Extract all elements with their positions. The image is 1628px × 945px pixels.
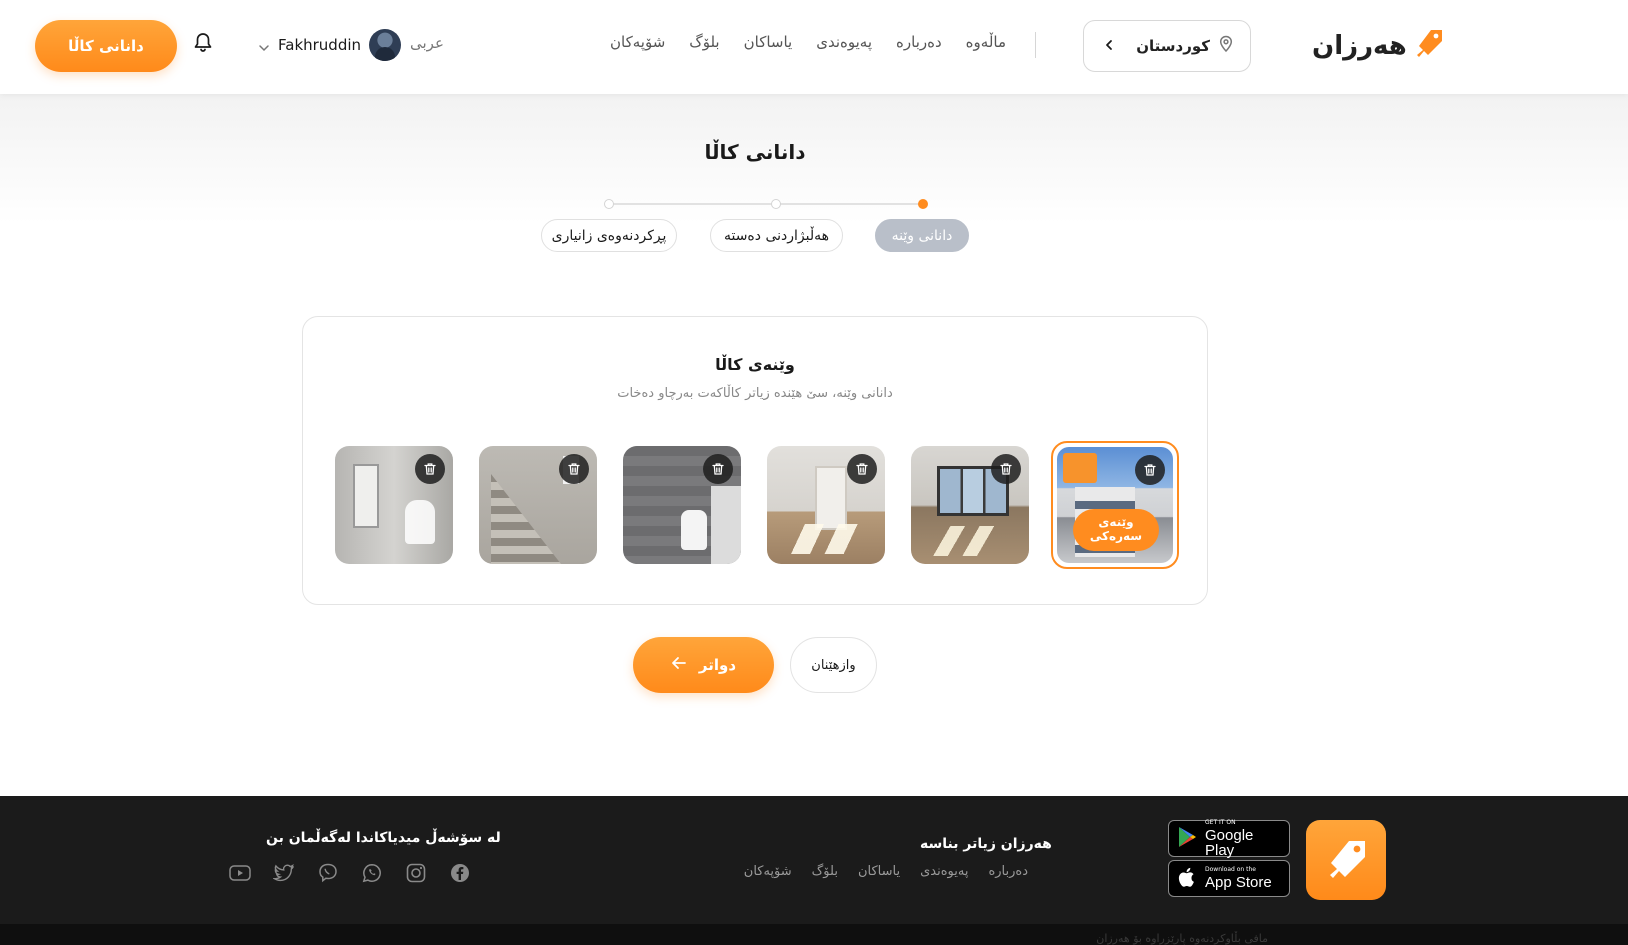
trash-icon[interactable] <box>415 454 445 484</box>
trash-icon[interactable] <box>703 454 733 484</box>
avatar <box>369 29 402 61</box>
footer-links: دەربارە پەیوەندی یاساکان بلۆگ شۆپەکان <box>738 864 1028 879</box>
chevron-down-icon <box>258 39 270 52</box>
region-selector[interactable]: کوردستان <box>1083 20 1251 72</box>
image-thumb-cover[interactable]: وێنەی سەرەکی <box>1051 441 1179 569</box>
step-dot-2 <box>771 199 781 209</box>
google-play-icon <box>1177 826 1197 852</box>
trash-icon[interactable] <box>1135 455 1165 485</box>
nav-terms[interactable]: یاساکان <box>744 33 793 51</box>
bell-icon[interactable] <box>193 32 213 54</box>
cover-image-badge: وێنەی سەرەکی <box>1073 509 1159 551</box>
footer-link-about[interactable]: دەربارە <box>988 864 1028 879</box>
footer-link-blog[interactable]: بلۆگ <box>812 864 838 879</box>
images-card-title: وێنەی کاڵا <box>715 355 795 374</box>
image-thumb-6[interactable] <box>335 446 453 564</box>
viber-icon[interactable] <box>317 862 339 884</box>
top-header: دانانی کاڵا Fakhruddin عربی ماڵەوە دەربا… <box>0 0 1628 94</box>
user-name: Fakhruddin <box>278 36 362 54</box>
instagram-icon[interactable] <box>405 862 427 884</box>
trash-icon[interactable] <box>559 454 589 484</box>
youtube-icon[interactable] <box>229 862 251 884</box>
step-upload-images[interactable]: دانانی وێنە <box>875 219 969 252</box>
google-play-big: Google Play <box>1205 826 1254 859</box>
google-play-button[interactable]: GET IT ON Google Play <box>1168 818 1290 859</box>
app-logo <box>1306 820 1386 900</box>
image-thumb-3[interactable] <box>767 446 885 564</box>
nav-home[interactable]: ماڵەوە <box>966 33 1006 51</box>
trash-icon[interactable] <box>847 454 877 484</box>
nav-divider <box>1035 32 1036 58</box>
next-label: دواتر <box>698 656 737 674</box>
app-store-small: Download on the <box>1205 866 1256 873</box>
footer-link-shops[interactable]: شۆپەکان <box>744 864 792 879</box>
main-nav: ماڵەوە دەربارە پەیوەندی یاساکان بلۆگ شۆپ… <box>610 33 1006 51</box>
nav-about[interactable]: دەربارە <box>896 33 942 51</box>
facebook-icon[interactable] <box>449 862 471 884</box>
footer-about-title: هەرزان زیاتر بناسە <box>920 836 1052 852</box>
footer-link-terms[interactable]: یاساکان <box>858 864 900 879</box>
location-pin-icon <box>1218 35 1234 57</box>
images-card-subtitle: دانانی وێنە، سێ هێندە زیاتر کاڵاکەت بەرچ… <box>617 386 893 401</box>
rocket-tag-icon <box>1411 27 1445 65</box>
page-title: دانانی کاڵا <box>704 140 806 164</box>
nav-blog[interactable]: بلۆگ <box>689 33 719 51</box>
step-fill-info[interactable]: پڕکردنەوەی زانیاری <box>541 219 677 252</box>
apple-icon <box>1177 866 1197 892</box>
image-thumb-5[interactable] <box>479 446 597 564</box>
nav-contact[interactable]: پەیوەندی <box>816 33 872 51</box>
footer-link-contact[interactable]: پەیوەندی <box>920 864 968 879</box>
logo-text: هەرزان <box>1312 31 1408 61</box>
add-product-button[interactable]: دانانی کاڵا <box>35 20 177 72</box>
footer-social-title: لە سۆشەڵ میدیاکاندا لەگەڵمان بن <box>266 830 501 846</box>
step-dot-3 <box>604 199 614 209</box>
cancel-button[interactable]: وازهێنان <box>790 637 877 693</box>
site-logo[interactable]: هەرزان <box>1312 26 1442 66</box>
step-choose-category[interactable]: هەڵبژاردنی دەستە <box>710 219 843 252</box>
whatsapp-icon[interactable] <box>361 862 383 884</box>
chevron-left-icon <box>1102 37 1116 56</box>
region-label: کوردستان <box>1136 37 1210 55</box>
stepper-line <box>609 203 923 205</box>
social-links <box>229 862 471 884</box>
app-store-button[interactable]: Download on the App Store <box>1168 860 1290 897</box>
twitter-icon[interactable] <box>273 862 295 884</box>
nav-shops[interactable]: شۆپەکان <box>610 33 665 51</box>
next-button[interactable]: دواتر <box>633 637 774 693</box>
app-store-big: App Store <box>1205 874 1272 891</box>
footer-bottom-bar: مافی بڵاوکردنەوە پارێزراوە بۆ هەرزان <box>0 924 1628 945</box>
image-thumb-4[interactable] <box>623 446 741 564</box>
user-menu[interactable]: Fakhruddin <box>258 28 402 62</box>
arrow-left-icon <box>671 656 687 674</box>
trash-icon[interactable] <box>991 454 1021 484</box>
language-switch[interactable]: عربی <box>410 34 444 52</box>
google-play-small: GET IT ON <box>1205 818 1236 826</box>
image-thumb-2[interactable] <box>911 446 1029 564</box>
step-dot-1 <box>918 199 928 209</box>
copyright-text: مافی بڵاوکردنەوە پارێزراوە بۆ هەرزان <box>1096 932 1268 945</box>
